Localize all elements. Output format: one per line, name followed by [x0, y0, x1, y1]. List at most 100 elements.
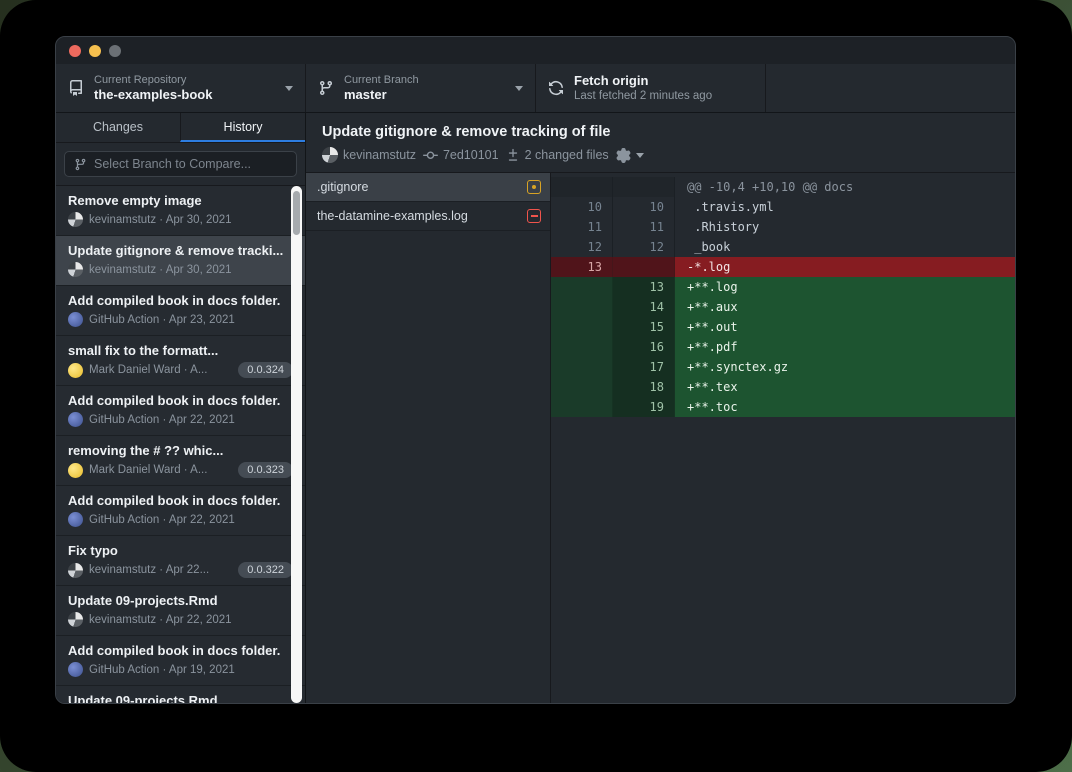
fetch-origin-label: Fetch origin	[574, 73, 753, 89]
tab-history[interactable]: History	[180, 113, 305, 142]
commit-item-meta: kevinamstutz · Apr 30, 2021	[89, 214, 293, 226]
commit-list-item[interactable]: Add compiled book in docs folder. GitHub…	[56, 486, 305, 536]
avatar	[68, 463, 83, 478]
commit-list-item[interactable]: Update 09-projects.Rmd	[56, 686, 305, 703]
diff-line-content: .Rhistory	[675, 217, 1015, 237]
diff-row: 19 +**.toc	[551, 397, 1015, 417]
commit-list-item[interactable]: Update 09-projects.Rmd kevinamstutz · Ap…	[56, 586, 305, 636]
current-branch-button[interactable]: Current Branch master	[306, 64, 536, 112]
diff-new-line-number: 10	[613, 197, 675, 217]
commit-list-item[interactable]: small fix to the formatt... Mark Daniel …	[56, 336, 305, 386]
zoom-window-button[interactable]	[109, 45, 121, 57]
diff-new-line-number	[613, 257, 675, 277]
commit-item-meta: Mark Daniel Ward · A...	[89, 364, 232, 376]
compare-branch-wrap: Select Branch to Compare...	[56, 143, 305, 186]
commit-detail-pane: Update gitignore & remove tracking of fi…	[306, 113, 1015, 703]
commit-item-title: Add compiled book in docs folder.	[68, 393, 293, 408]
commit-item-title: removing the # ?? whic...	[68, 443, 293, 458]
commit-item-meta: GitHub Action · Apr 19, 2021	[89, 664, 293, 676]
diff-row: 11 11 .Rhistory	[551, 217, 1015, 237]
version-badge: 0.0.324	[238, 362, 293, 378]
commit-author: kevinamstutz	[343, 148, 416, 162]
avatar	[68, 312, 83, 327]
commit-list-item[interactable]: removing the # ?? whic... Mark Daniel Wa…	[56, 436, 305, 486]
sidebar-tabs: Changes History	[56, 113, 305, 143]
diff-icon	[506, 148, 520, 162]
commit-list-item[interactable]: Update gitignore & remove tracki... kevi…	[56, 236, 305, 286]
commit-list-item[interactable]: Fix typo kevinamstutz · Apr 22... 0.0.32…	[56, 536, 305, 586]
toolbar: Current Repository the-examples-book Cur…	[56, 64, 1015, 113]
diff-options-button[interactable]	[616, 148, 644, 163]
changed-file-row[interactable]: the-datamine-examples.log	[306, 202, 550, 231]
diff-new-line-number: 14	[613, 297, 675, 317]
commit-item-title: small fix to the formatt...	[68, 343, 293, 358]
diff-new-line-number: 13	[613, 277, 675, 297]
compare-branch-input[interactable]: Select Branch to Compare...	[64, 151, 297, 177]
chevron-down-icon	[285, 86, 293, 91]
compare-branch-placeholder: Select Branch to Compare...	[94, 157, 251, 171]
diff-new-line-number	[613, 177, 675, 197]
chevron-down-icon	[636, 153, 644, 158]
file-status-icon	[527, 209, 541, 223]
fetch-origin-button[interactable]: Fetch origin Last fetched 2 minutes ago	[536, 64, 766, 112]
avatar	[68, 412, 83, 427]
avatar	[68, 662, 83, 677]
commit-sha[interactable]: 7ed10101	[443, 148, 499, 162]
version-badge: 0.0.322	[238, 562, 293, 578]
diff-old-line-number	[551, 277, 613, 297]
diff-old-line-number	[551, 397, 613, 417]
avatar	[68, 563, 83, 578]
diff-old-line-number	[551, 337, 613, 357]
github-desktop-window: Current Repository the-examples-book Cur…	[55, 36, 1016, 704]
commit-item-title: Add compiled book in docs folder.	[68, 493, 293, 508]
diff-new-line-number: 19	[613, 397, 675, 417]
diff-new-line-number: 15	[613, 317, 675, 337]
author-avatar	[322, 147, 338, 163]
commit-list-scrollbar[interactable]	[291, 186, 302, 703]
current-repository-button[interactable]: Current Repository the-examples-book	[56, 64, 306, 112]
diff-new-line-number: 17	[613, 357, 675, 377]
commit-item-title: Fix typo	[68, 543, 293, 558]
diff-row: 15 +**.out	[551, 317, 1015, 337]
avatar	[68, 363, 83, 378]
diff-line-content: +**.out	[675, 317, 1015, 337]
chevron-down-icon	[515, 86, 523, 91]
diff-row: 16 +**.pdf	[551, 337, 1015, 357]
diff-row: 13 +**.log	[551, 277, 1015, 297]
diff-line-content: +**.synctex.gz	[675, 357, 1015, 377]
titlebar[interactable]	[56, 37, 1015, 64]
diff-row: 13 -*.log	[551, 257, 1015, 277]
diff-line-content: -*.log	[675, 257, 1015, 277]
diff-line-content: +**.tex	[675, 377, 1015, 397]
file-name: the-datamine-examples.log	[317, 209, 519, 223]
commit-list-item[interactable]: Add compiled book in docs folder. GitHub…	[56, 386, 305, 436]
commit-list-item[interactable]: Remove empty image kevinamstutz · Apr 30…	[56, 186, 305, 236]
commit-item-title: Update gitignore & remove tracki...	[68, 243, 293, 258]
commit-item-meta: kevinamstutz · Apr 22...	[89, 564, 232, 576]
diff-new-line-number: 12	[613, 237, 675, 257]
commit-item-meta: GitHub Action · Apr 23, 2021	[89, 314, 293, 326]
fetch-origin-status: Last fetched 2 minutes ago	[574, 89, 753, 103]
commit-item-title: Update 09-projects.Rmd	[68, 593, 293, 608]
git-branch-icon	[318, 80, 334, 96]
git-branch-icon	[74, 158, 87, 171]
diff-new-line-number: 11	[613, 217, 675, 237]
minimize-window-button[interactable]	[89, 45, 101, 57]
close-window-button[interactable]	[69, 45, 81, 57]
commit-list-item[interactable]: Add compiled book in docs folder. GitHub…	[56, 636, 305, 686]
diff-old-line-number: 11	[551, 217, 613, 237]
changed-file-row[interactable]: .gitignore	[306, 173, 550, 202]
diff-old-line-number: 12	[551, 237, 613, 257]
commit-list-item[interactable]: Add compiled book in docs folder. GitHub…	[56, 286, 305, 336]
current-repository-value: the-examples-book	[94, 87, 275, 103]
commit-item-title: Remove empty image	[68, 193, 293, 208]
diff-old-line-number	[551, 357, 613, 377]
commit-item-meta: GitHub Action · Apr 22, 2021	[89, 414, 293, 426]
diff-row: @@ -10,4 +10,10 @@ docs	[551, 177, 1015, 197]
diff-row: 18 +**.tex	[551, 377, 1015, 397]
history-sidebar: Changes History Select Branch to Compare…	[56, 113, 306, 703]
tab-changes[interactable]: Changes	[56, 113, 180, 142]
repo-icon	[68, 80, 84, 96]
scrollbar-thumb[interactable]	[293, 191, 300, 235]
avatar	[68, 512, 83, 527]
